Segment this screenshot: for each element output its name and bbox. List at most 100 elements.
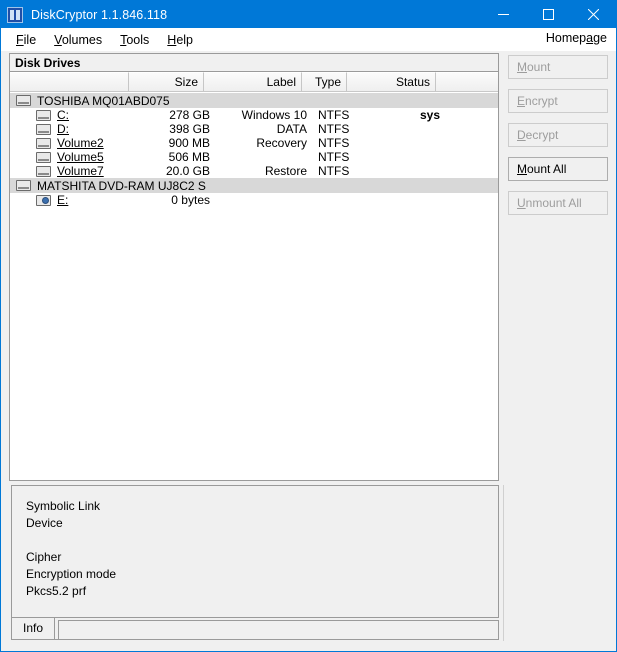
volume-type: NTFS <box>318 136 350 150</box>
mount-all-button[interactable]: Mount All <box>508 157 608 181</box>
volume-type: NTFS <box>318 150 350 164</box>
action-button-column: Mount Encrypt Decrypt Mount All Unmount … <box>508 53 608 225</box>
menu-help[interactable]: Help <box>158 31 202 49</box>
row-name-cell: D: <box>10 122 137 136</box>
table-row[interactable]: Volume7 20.0 GB Restore NTFS <box>10 164 498 178</box>
mount-button[interactable]: Mount <box>508 55 608 79</box>
close-button[interactable] <box>571 1 616 28</box>
table-row[interactable]: D: 398 GB DATA NTFS <box>10 122 498 136</box>
decrypt-button-accel: D <box>517 128 526 142</box>
volume-label: Restore <box>264 164 307 178</box>
volume-name: C: <box>57 108 69 122</box>
row-name-cell: Volume2 <box>10 136 137 150</box>
hard-disk-icon <box>36 123 51 135</box>
menu-tools-rest: ools <box>126 32 150 47</box>
decrypt-button[interactable]: Decrypt <box>508 123 608 147</box>
volume-label: Windows 10 <box>241 108 307 122</box>
maximize-button[interactable] <box>526 1 571 28</box>
menubar: File Volumes Tools Help Homepage <box>1 28 616 51</box>
menu-help-accel: H <box>167 32 177 47</box>
column-header-filler <box>436 72 498 91</box>
volume-size: 900 MB <box>168 136 210 150</box>
disk-name: MATSHITA DVD-RAM UJ8C2 S <box>37 178 206 193</box>
hard-disk-icon <box>16 95 31 106</box>
mount-button-label: ount <box>527 60 551 74</box>
homepage-post: ge <box>593 31 607 45</box>
menu-tools[interactable]: Tools <box>111 31 158 49</box>
column-header-status[interactable]: Status <box>347 72 436 91</box>
column-header-label[interactable]: Label <box>204 72 302 91</box>
volume-name: D: <box>57 122 69 136</box>
volume-name: Volume7 <box>57 164 104 178</box>
menu-help-rest: elp <box>176 32 194 47</box>
drive-list-header: Size Label Type Status <box>10 72 498 92</box>
titlebar: DiskCryptor 1.1.846.118 <box>1 1 616 28</box>
volume-status: sys <box>419 108 440 122</box>
hard-disk-icon <box>16 180 31 191</box>
unmount-all-button-accel: U <box>517 196 526 210</box>
volume-type: NTFS <box>318 108 350 122</box>
info-device: Device <box>26 516 63 530</box>
info-cipher: Cipher <box>26 550 62 564</box>
cdrom-icon <box>36 194 51 206</box>
mount-all-button-accel: M <box>517 162 527 176</box>
menu-file[interactable]: File <box>7 31 45 49</box>
table-row[interactable]: E: 0 bytes <box>10 193 498 207</box>
column-header-type[interactable]: Type <box>302 72 347 91</box>
tabstrip: Info <box>11 617 499 641</box>
info-encryption-mode: Encryption mode <box>26 567 117 581</box>
menu-volumes[interactable]: Volumes <box>45 31 111 49</box>
volume-type: NTFS <box>318 164 350 178</box>
unmount-all-button[interactable]: Unmount All <box>508 191 608 215</box>
mount-button-accel: M <box>517 60 527 74</box>
window-controls <box>481 1 616 28</box>
volume-type: NTFS <box>318 122 350 136</box>
encrypt-button-accel: E <box>517 94 526 108</box>
disk-drives-caption: Disk Drives <box>10 54 498 72</box>
info-symbolic-link: Symbolic Link <box>26 499 101 513</box>
volume-size: 20.0 GB <box>165 164 210 178</box>
volume-name: Volume2 <box>57 136 104 150</box>
row-name-cell: Volume5 <box>10 150 137 164</box>
table-row[interactable]: TOSHIBA MQ01ABD075 <box>10 93 498 108</box>
encrypt-button-label: ncrypt <box>525 94 558 108</box>
encrypt-button[interactable]: Encrypt <box>508 89 608 113</box>
volume-size: 506 MB <box>168 150 210 164</box>
volume-size: 0 bytes <box>171 193 210 207</box>
window-title: DiskCryptor 1.1.846.118 <box>31 7 168 22</box>
tabstrip-filler <box>58 620 499 639</box>
menu-volumes-rest: olumes <box>61 32 103 47</box>
hard-disk-icon <box>36 151 51 163</box>
client-area: Disk Drives Size Label Type Status TOSHI… <box>1 51 616 651</box>
volume-name: Volume5 <box>57 150 104 164</box>
table-row[interactable]: Volume2 900 MB Recovery NTFS <box>10 136 498 150</box>
hard-disk-icon <box>36 165 51 177</box>
minimize-button[interactable] <box>481 1 526 28</box>
tab-info[interactable]: Info <box>11 617 56 639</box>
column-header-name[interactable] <box>10 72 129 91</box>
homepage-link[interactable]: Homepage <box>546 31 607 45</box>
column-header-size[interactable]: Size <box>129 72 204 91</box>
unmount-all-button-label: nmount All <box>525 196 582 210</box>
menu-volumes-accel: V <box>54 32 62 47</box>
menu-file-accel: F <box>16 32 24 47</box>
volume-size: 398 GB <box>169 122 210 136</box>
info-pkcs5-prf: Pkcs5.2 prf <box>26 584 87 598</box>
disk-drives-groupbox: Disk Drives Size Label Type Status TOSHI… <box>9 53 499 481</box>
table-row[interactable]: C: 278 GB Windows 10 NTFS sys <box>10 108 498 122</box>
homepage-pre: Homep <box>545 31 587 45</box>
volume-size: 278 GB <box>169 108 210 122</box>
diskcryptor-window: DiskCryptor 1.1.846.118 File Volumes Too… <box>0 0 617 652</box>
info-panel-content: Symbolic Link Device Cipher Encryption m… <box>12 486 498 600</box>
volume-label: DATA <box>276 122 307 136</box>
table-row[interactable]: Volume5 506 MB NTFS <box>10 150 498 164</box>
drive-list-body[interactable]: TOSHIBA MQ01ABD075 C: 278 GB Windows 10 … <box>10 93 498 480</box>
hard-disk-icon <box>36 109 51 121</box>
panel-divider <box>503 485 504 641</box>
disk-name: TOSHIBA MQ01ABD075 <box>37 93 170 108</box>
menu-file-rest: ile <box>23 32 37 47</box>
diskcryptor-icon <box>7 6 23 23</box>
table-row[interactable]: MATSHITA DVD-RAM UJ8C2 S <box>10 178 498 193</box>
hard-disk-icon <box>36 137 51 149</box>
row-name-cell: C: <box>10 108 137 122</box>
